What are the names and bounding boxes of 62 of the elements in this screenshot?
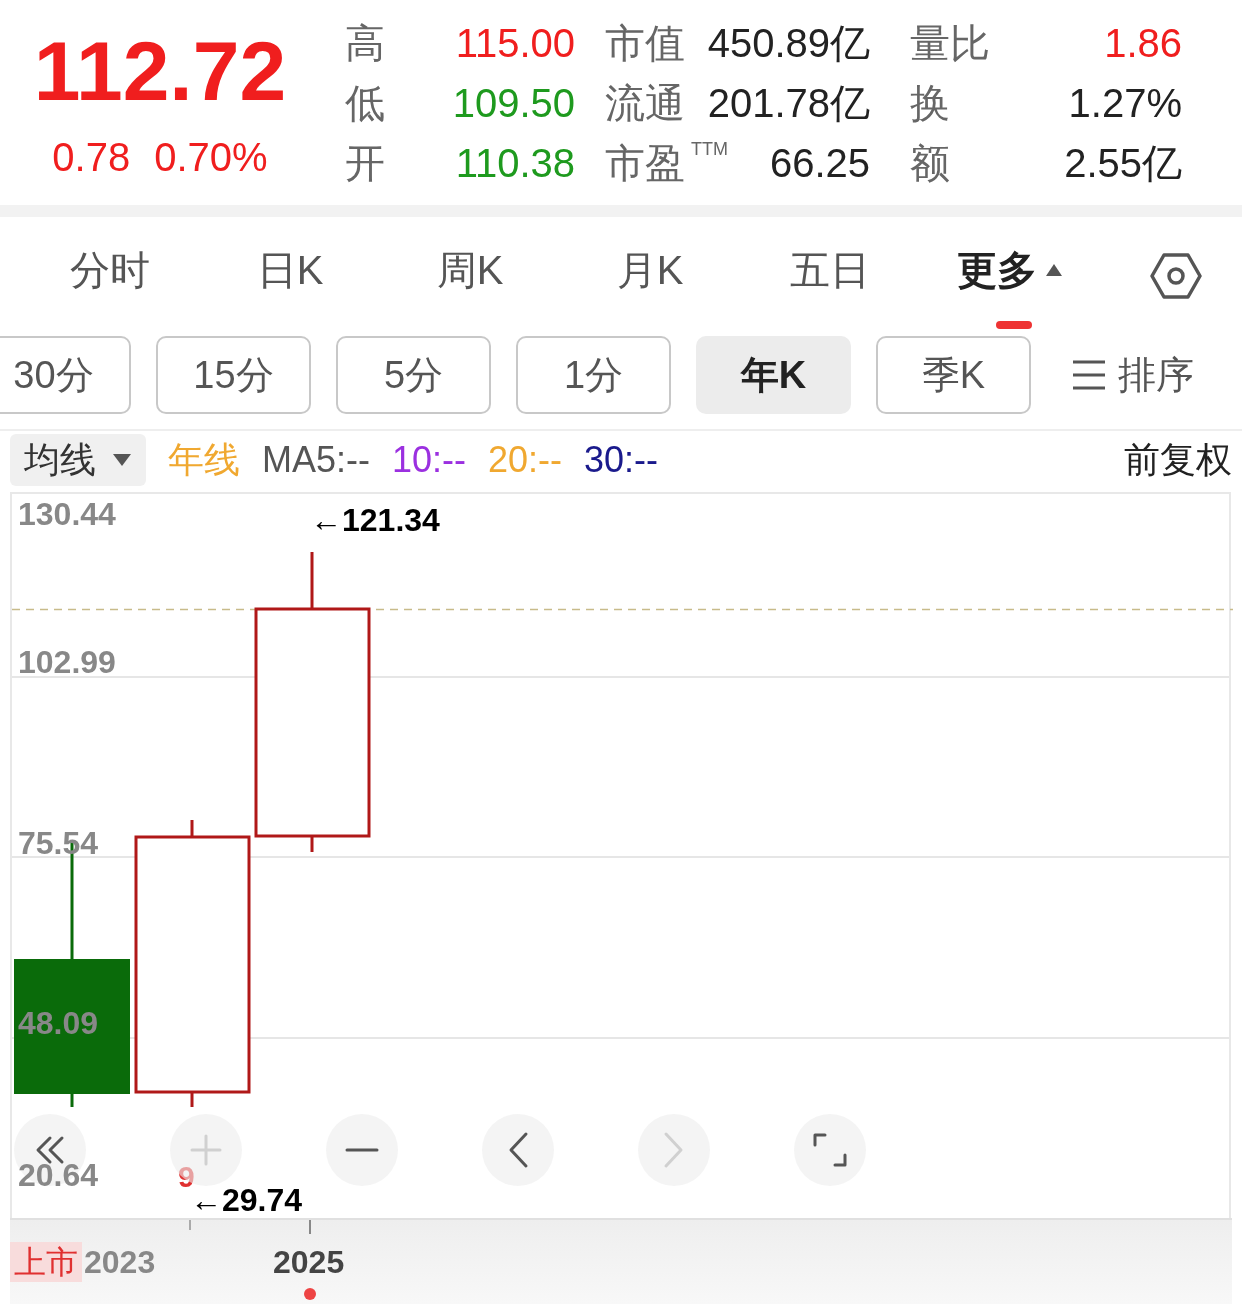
stat-label: 流通 — [605, 80, 685, 125]
stat-value: 2.55亿 — [1064, 139, 1182, 186]
chart-tab[interactable]: 五日 — [740, 221, 920, 331]
ma-dropdown[interactable]: 均线 — [10, 434, 146, 486]
y-axis-label: 75.54 — [18, 827, 99, 859]
stat-value: 201.78亿 — [707, 79, 870, 126]
chart-tab[interactable]: 日K — [200, 221, 380, 331]
listing-tag: 上市 — [10, 1242, 82, 1282]
x-axis-label: 2023 — [84, 1243, 156, 1282]
stat-label: 市盈 — [605, 140, 685, 185]
ma-indicator: 年线 — [168, 438, 240, 482]
sort-button[interactable]: 排序 — [1072, 346, 1194, 404]
y-axis-label: 130.44 — [18, 498, 116, 530]
stat-value: 110.38 — [455, 139, 575, 186]
y-axis-label: 48.09 — [18, 1007, 99, 1039]
ma-indicator: 30:-- — [584, 438, 659, 482]
change-percent: 0.70% — [154, 136, 268, 177]
high-price-marker: ←121.34 — [310, 504, 440, 536]
adjust-mode[interactable]: 前复权 — [1124, 433, 1232, 487]
ma-indicator: 10:-- — [392, 438, 467, 482]
period-button[interactable]: 5分 — [336, 336, 491, 414]
stat-label: 低 — [345, 80, 385, 125]
stat-label: 市值 — [605, 20, 685, 65]
period-button[interactable]: 季K — [876, 336, 1031, 414]
event-marker: 9 — [178, 1162, 195, 1192]
x-axis-label: 2025 — [273, 1243, 345, 1282]
stat-label: 开 — [345, 140, 385, 185]
chevron-left-icon — [507, 1131, 529, 1169]
caret-down-icon — [112, 453, 132, 467]
stat-value: 450.89亿 — [707, 19, 870, 66]
price-change: 0.78 — [52, 136, 131, 177]
stat-label: 额 — [910, 140, 950, 185]
period-button[interactable]: 1分 — [516, 336, 671, 414]
ma-indicator: 20:-- — [488, 438, 563, 482]
active-tab-indicator — [996, 321, 1032, 329]
plus-icon — [189, 1133, 223, 1167]
y-axis-label: 102.99 — [18, 646, 116, 678]
minus-icon — [345, 1147, 379, 1153]
period-button[interactable]: 15分 — [156, 336, 311, 414]
ma-indicator: MA5:-- — [262, 438, 370, 482]
chart-tab[interactable]: 分时 — [20, 221, 200, 331]
stat-value: 109.50 — [452, 79, 575, 126]
chart-tab[interactable]: 月K — [560, 221, 740, 331]
chevron-right-icon — [663, 1131, 685, 1169]
stat-value: 115.00 — [455, 19, 575, 66]
stat-label: 高 — [345, 20, 385, 65]
stat-value: 66.25 — [769, 139, 870, 186]
last-price: 112.72 — [33, 28, 287, 113]
stat-value: 1.27% — [1068, 79, 1182, 126]
stat-label: 量比 — [910, 20, 990, 65]
menu-icon — [1072, 360, 1106, 390]
y-axis-label: 20.64 — [18, 1159, 99, 1191]
ttm-superscript: TTM — [691, 137, 728, 161]
settings-icon[interactable] — [1150, 252, 1202, 300]
chart-tab[interactable]: 更多 — [920, 221, 1100, 331]
stat-label: 换 — [910, 80, 950, 125]
expand-icon — [812, 1132, 848, 1168]
stat-value: 1.86 — [1104, 19, 1182, 66]
chart-tab[interactable]: 周K — [380, 221, 560, 331]
period-button[interactable]: 年K — [696, 336, 851, 414]
period-button[interactable]: 30分 — [0, 336, 131, 414]
caret-up-icon — [1045, 263, 1063, 277]
